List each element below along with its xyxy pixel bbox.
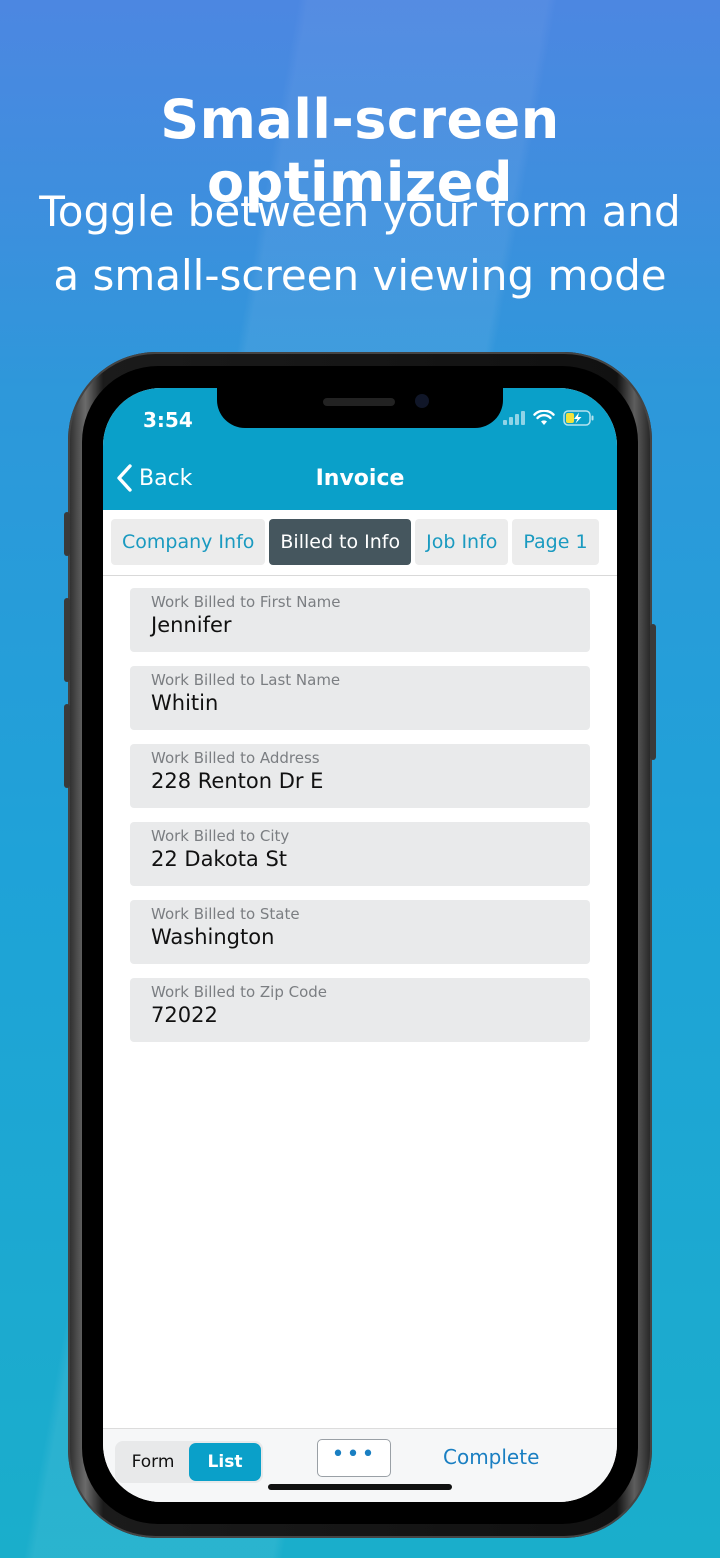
bottom-toolbar: Form List ••• Complete: [103, 1428, 617, 1502]
page-title: Invoice: [315, 466, 405, 491]
status-time: 3:54: [143, 408, 193, 432]
tab-billed-to-info[interactable]: Billed to Info: [269, 519, 412, 565]
tab-company-info[interactable]: Company Info: [111, 519, 266, 565]
tab-page-1[interactable]: Page 1: [512, 519, 599, 565]
phone-volume-up: [64, 598, 70, 682]
field-label: Work Billed to First Name: [151, 593, 341, 611]
form-mode-button[interactable]: Form: [117, 1443, 189, 1481]
front-camera: [415, 394, 429, 408]
more-options-button[interactable]: •••: [317, 1439, 391, 1477]
form-fields: Work Billed to First Name Jennifer Work …: [130, 588, 590, 1056]
field-label: Work Billed to City: [151, 827, 290, 845]
field-value: 22 Dakota St: [151, 847, 288, 871]
field-label: Work Billed to Address: [151, 749, 320, 767]
earpiece-speaker: [323, 398, 395, 406]
home-indicator[interactable]: [268, 1484, 452, 1490]
view-mode-toggle: Form List: [115, 1441, 263, 1483]
wifi-icon: [533, 410, 555, 425]
status-icons: [503, 410, 595, 426]
field-value: 72022: [151, 1003, 218, 1027]
field-zip-code[interactable]: Work Billed to Zip Code 72022: [130, 978, 590, 1042]
phone-volume-down: [64, 704, 70, 788]
field-last-name[interactable]: Work Billed to Last Name Whitin: [130, 666, 590, 730]
complete-button[interactable]: Complete: [443, 1445, 539, 1469]
field-value: 228 Renton Dr E: [151, 769, 324, 793]
field-first-name[interactable]: Work Billed to First Name Jennifer: [130, 588, 590, 652]
field-city[interactable]: Work Billed to City 22 Dakota St: [130, 822, 590, 886]
field-label: Work Billed to State: [151, 905, 300, 923]
field-value: Washington: [151, 925, 275, 949]
marketing-subline-line-1: Toggle between your form and: [39, 187, 681, 236]
cellular-signal-icon: [503, 411, 525, 425]
field-value: Jennifer: [151, 613, 232, 637]
phone-silent-switch: [64, 512, 70, 556]
phone-screen: 3:54 Back Invoice Company Info Billed to…: [103, 388, 617, 1502]
marketing-subline-line-2: a small-screen viewing mode: [53, 251, 667, 300]
tab-job-info[interactable]: Job Info: [415, 519, 509, 565]
marketing-subline: Toggle between your form and a small-scr…: [20, 180, 700, 308]
section-tabs: Company Info Billed to Info Job Info Page 1: [103, 510, 617, 576]
field-label: Work Billed to Last Name: [151, 671, 341, 689]
phone-power-button: [650, 624, 656, 760]
list-mode-button[interactable]: List: [189, 1443, 261, 1481]
phone-notch: [217, 388, 503, 428]
field-state[interactable]: Work Billed to State Washington: [130, 900, 590, 964]
field-address[interactable]: Work Billed to Address 228 Renton Dr E: [130, 744, 590, 808]
field-label: Work Billed to Zip Code: [151, 983, 328, 1001]
field-value: Whitin: [151, 691, 219, 715]
phone-frame: 3:54 Back Invoice Company Info Billed to…: [64, 352, 656, 1538]
battery-charging-icon: [563, 410, 594, 426]
